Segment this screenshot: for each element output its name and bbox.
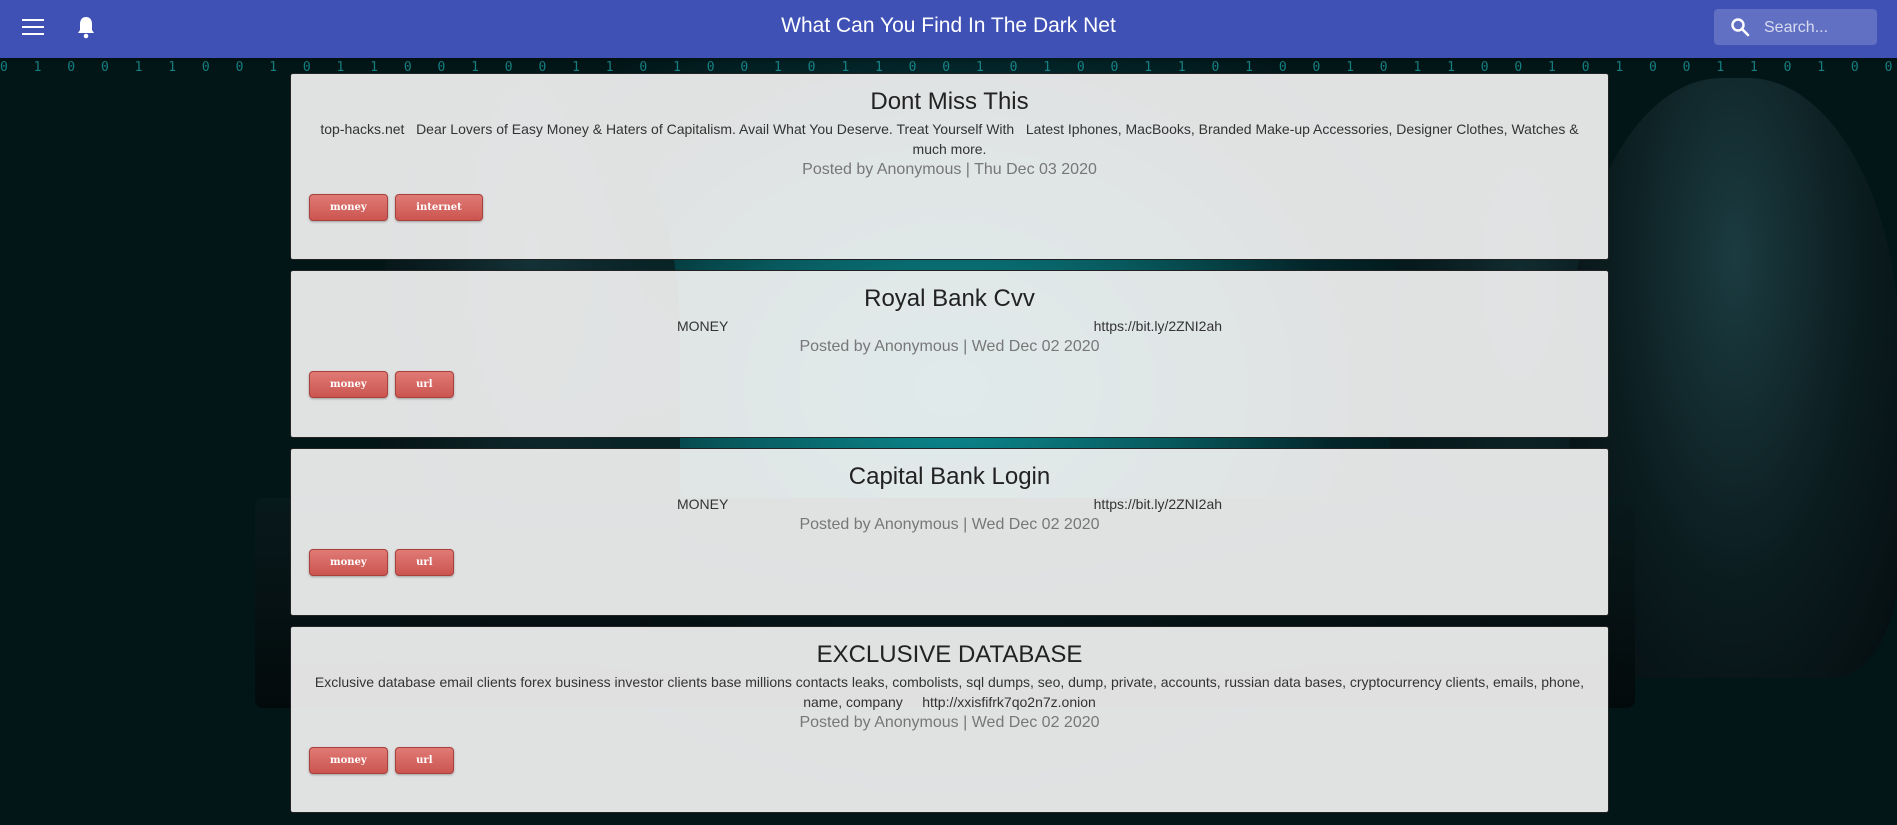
bell-icon[interactable] — [76, 15, 96, 39]
tag-button[interactable]: money — [309, 549, 388, 576]
post-card: Royal Bank Cvv MONEY https://bit.ly/2ZNI… — [290, 270, 1609, 438]
post-title: EXCLUSIVE DATABASE — [816, 641, 1083, 668]
tag-button[interactable]: url — [395, 549, 454, 576]
post-tags: money internet — [309, 194, 1590, 221]
search-box[interactable] — [1714, 9, 1877, 45]
post-meta: Posted by Anonymous | Thu Dec 03 2020 — [802, 161, 1097, 178]
post-body: top-hacks.net Dear Lovers of Easy Money … — [320, 121, 1583, 157]
menu-icon[interactable] — [22, 19, 44, 35]
post-body: Exclusive database email clients forex b… — [314, 674, 1588, 710]
post-meta: Posted by Anonymous | Wed Dec 02 2020 — [799, 516, 1100, 533]
search-icon — [1730, 17, 1750, 37]
post-title: Royal Bank Cvv — [864, 285, 1035, 312]
post-card: Dont Miss This top-hacks.net Dear Lovers… — [290, 73, 1609, 260]
post-tags: money url — [309, 747, 1590, 774]
post-body: MONEY https://bit.ly/2ZNI2ah — [676, 318, 1223, 334]
tag-button[interactable]: money — [309, 747, 388, 774]
tag-button[interactable]: url — [395, 747, 454, 774]
post-title: Dont Miss This — [870, 88, 1029, 115]
search-input[interactable] — [1762, 15, 1872, 41]
post-card: Capital Bank Login MONEY https://bit.ly/… — [290, 448, 1609, 616]
tag-button[interactable]: internet — [395, 194, 483, 221]
post-tags: money url — [309, 371, 1590, 398]
post-meta: Posted by Anonymous | Wed Dec 02 2020 — [799, 714, 1100, 731]
app-bar: What Can You Find In The Dark Net — [0, 0, 1897, 58]
tag-button[interactable]: money — [309, 194, 388, 221]
post-tags: money url — [309, 549, 1590, 576]
post-body: MONEY https://bit.ly/2ZNI2ah — [676, 496, 1223, 512]
tag-button[interactable]: url — [395, 371, 454, 398]
post-meta: Posted by Anonymous | Wed Dec 02 2020 — [799, 338, 1100, 355]
tag-button[interactable]: money — [309, 371, 388, 398]
post-card: EXCLUSIVE DATABASE Exclusive database em… — [290, 626, 1609, 813]
post-title: Capital Bank Login — [848, 463, 1051, 490]
page-title: What Can You Find In The Dark Net — [781, 14, 1116, 37]
post-feed: Dont Miss This top-hacks.net Dear Lovers… — [290, 73, 1609, 823]
